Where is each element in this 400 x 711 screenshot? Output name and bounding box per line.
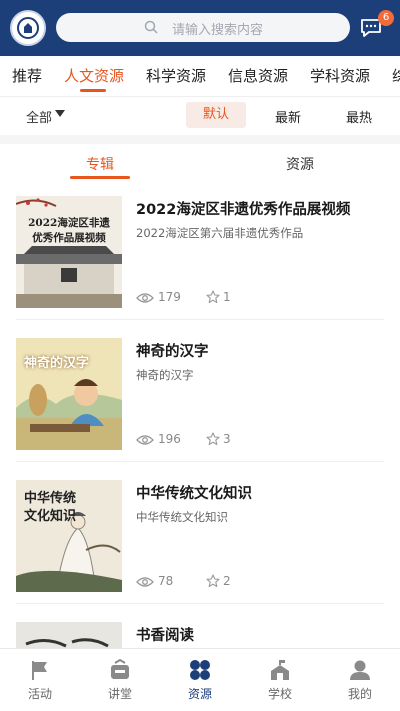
album-cover: 2022海淀区非遗 优秀作品展视频 <box>16 196 122 308</box>
search-placeholder: 请输入搜索内容 <box>172 23 264 38</box>
nav-label: 讲堂 <box>107 687 132 701</box>
list-item[interactable]: 神奇的汉字 神奇的汉字 神奇的汉字 196 3 <box>0 320 400 462</box>
nav-school[interactable]: 学校 <box>240 649 320 711</box>
search-bar[interactable]: 请输入搜索内容 <box>56 13 350 42</box>
list-item[interactable]: 中华传统 文化知识 中华传统文化知识 中华传统文化知识 78 2 <box>0 462 400 604</box>
tab-comprehensive[interactable]: 综 <box>392 65 400 86</box>
section-gap <box>0 135 400 144</box>
nav-lectures[interactable]: 讲堂 <box>80 649 160 711</box>
nav-resources[interactable]: 资源 <box>160 649 240 711</box>
tab-recommend[interactable]: 推荐 <box>12 65 42 86</box>
cover-title-line: 神奇的汉字 <box>24 356 90 371</box>
album-cover: 中华传统 文化知识 <box>16 480 122 592</box>
nav-label: 资源 <box>187 687 212 701</box>
tab-subject[interactable]: 学科资源 <box>310 65 370 86</box>
resources-icon <box>190 660 210 680</box>
cover-title-line: 中华传统 <box>24 491 77 506</box>
item-subtitle: 2022海淀区第六届非遗优秀作品 <box>136 226 304 240</box>
view-count: 179 <box>158 290 181 304</box>
category-tabs: 推荐 人文资源 科学资源 信息资源 学科资源 综 <box>0 56 400 96</box>
item-title[interactable]: 中华传统文化知识 <box>136 482 252 503</box>
sort-hottest-button[interactable]: 最热 <box>346 107 372 126</box>
bottom-navigation: 活动 讲堂 资源 学校 我的 <box>0 648 400 711</box>
logo-emblem-icon <box>17 17 39 39</box>
favorite-count: 3 <box>223 432 231 446</box>
favorite-icon[interactable] <box>206 432 220 446</box>
favorite-icon[interactable] <box>206 574 220 588</box>
list-item[interactable]: 2022海淀区非遗 优秀作品展视频 2022海淀区非遗优秀作品展视频 2022海… <box>0 178 400 320</box>
item-title[interactable]: 书香阅读 <box>136 624 194 645</box>
favorite-icon[interactable] <box>206 290 220 304</box>
views-icon <box>136 293 154 303</box>
classroom-icon <box>111 659 129 679</box>
views-icon <box>136 577 154 587</box>
nav-label: 活动 <box>27 687 52 701</box>
cover-title-line: 文化知识 <box>24 509 77 524</box>
filter-bar: 全部 默认 最新 最热 <box>0 97 400 135</box>
school-icon <box>271 660 289 680</box>
item-title[interactable]: 神奇的汉字 <box>136 340 209 361</box>
nav-label: 学校 <box>267 687 292 701</box>
tab-science[interactable]: 科学资源 <box>146 65 206 86</box>
tab-albums[interactable]: 专辑 <box>86 154 114 174</box>
nav-activities[interactable]: 活动 <box>0 649 80 711</box>
search-icon <box>144 20 158 34</box>
sort-default-button[interactable]: 默认 <box>186 102 246 128</box>
tab-resources[interactable]: 资源 <box>286 154 314 174</box>
favorite-count: 2 <box>223 574 231 588</box>
favorite-count: 1 <box>223 290 231 304</box>
sort-newest-button[interactable]: 最新 <box>275 107 301 126</box>
item-subtitle: 神奇的汉字 <box>136 368 194 382</box>
nav-label: 我的 <box>347 687 372 701</box>
school-logo[interactable] <box>10 10 46 46</box>
cover-title-line: 优秀作品展视频 <box>32 232 106 244</box>
item-subtitle: 中华传统文化知识 <box>136 510 228 524</box>
flag-icon <box>32 661 47 680</box>
filter-all-dropdown[interactable]: 全部 <box>26 107 52 126</box>
item-title[interactable]: 2022海淀区非遗优秀作品展视频 <box>136 198 350 219</box>
message-badge: 6 <box>378 10 394 26</box>
view-count: 196 <box>158 432 181 446</box>
album-cover: 神奇的汉字 <box>16 338 122 450</box>
view-count: 78 <box>158 574 174 588</box>
tab-humanities[interactable]: 人文资源 <box>64 65 124 86</box>
profile-icon <box>350 660 370 680</box>
caret-down-icon[interactable] <box>55 110 65 117</box>
app-header: 请输入搜索内容 6 <box>0 0 400 56</box>
nav-profile[interactable]: 我的 <box>320 649 400 711</box>
tab-information[interactable]: 信息资源 <box>228 65 288 86</box>
active-tab-indicator <box>80 89 106 92</box>
cover-title-line: 2022海淀区非遗 <box>28 217 110 229</box>
views-icon <box>136 435 154 445</box>
